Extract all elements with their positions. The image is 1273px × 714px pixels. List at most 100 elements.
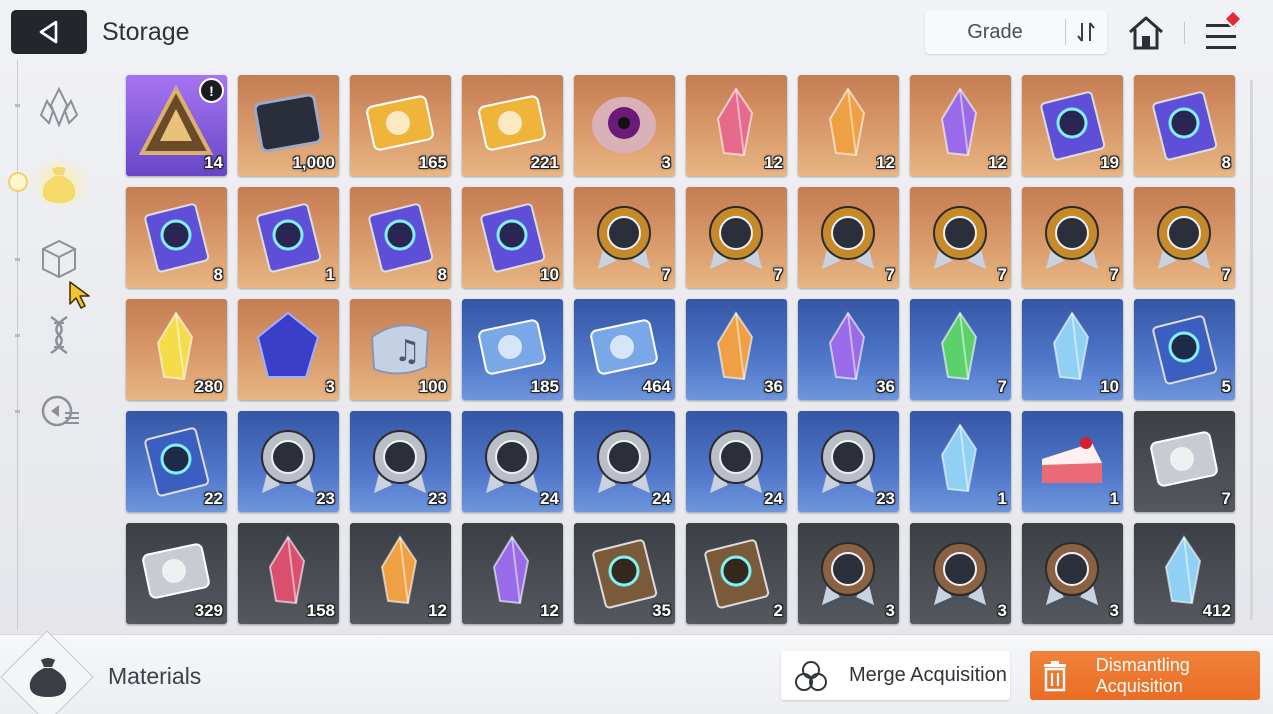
item-slot[interactable]: 23	[798, 411, 899, 512]
menu-button[interactable]	[1200, 9, 1246, 54]
sidebar-item-crystals[interactable]	[32, 80, 86, 134]
item-count: 3	[661, 153, 671, 172]
item-slot[interactable]: 12	[798, 75, 899, 176]
item-slot[interactable]: 36	[798, 299, 899, 400]
item-slot[interactable]: 280	[126, 299, 227, 400]
item-slot[interactable]: 36	[686, 299, 787, 400]
item-slot[interactable]: 3	[910, 523, 1011, 624]
music-scroll-icon: ♫	[370, 324, 430, 375]
dismantling-acquisition-button[interactable]: Dismantling Acquisition	[1030, 651, 1260, 700]
bronze-book-bolt-icon	[704, 539, 770, 609]
home-icon	[1129, 16, 1163, 50]
home-button[interactable]	[1124, 12, 1168, 54]
item-count: 22	[204, 489, 223, 508]
item-grid: ! 14 1,000 165 221 3 12 12 12 19 8 8 1 8 1…	[126, 75, 1235, 624]
item-slot[interactable]: 23	[350, 411, 451, 512]
item-slot[interactable]: ! 14	[126, 75, 227, 176]
item-count: 12	[988, 153, 1007, 172]
item-slot[interactable]: 158	[238, 523, 339, 624]
item-slot[interactable]: 12	[350, 523, 451, 624]
item-slot[interactable]: 329	[126, 523, 227, 624]
sidebar-item-materials[interactable]	[32, 156, 86, 210]
item-slot[interactable]: 12	[910, 75, 1011, 176]
item-count: 3	[885, 601, 895, 620]
item-slot[interactable]: 23	[238, 411, 339, 512]
sidebar-item-genes[interactable]	[32, 308, 86, 362]
blue-book-bolt-icon	[144, 427, 210, 497]
item-slot[interactable]: 8	[126, 187, 227, 288]
item-slot[interactable]: 1	[1022, 411, 1123, 512]
blue-cube-gem-icon	[256, 311, 320, 378]
item-slot[interactable]: 3	[574, 75, 675, 176]
item-slot[interactable]: 3	[798, 523, 899, 624]
item-slot[interactable]: 7	[1022, 187, 1123, 288]
item-count: 1	[325, 265, 335, 284]
item-count: 7	[1109, 265, 1119, 284]
silver-medal-orbit-icon	[821, 430, 875, 493]
item-slot[interactable]: 24	[686, 411, 787, 512]
sidebar-tick	[15, 258, 20, 261]
pouch-icon	[29, 658, 67, 697]
item-slot[interactable]: 35	[574, 523, 675, 624]
item-slot[interactable]: 7	[1134, 187, 1235, 288]
silver-medal-sword-icon	[261, 430, 315, 493]
bronze-medal-bolt-icon	[1045, 542, 1099, 605]
grade-sort-control[interactable]: Grade	[925, 10, 1107, 54]
book-bolt-icon	[368, 203, 434, 273]
item-count: 24	[652, 489, 671, 508]
category-label: Materials	[108, 663, 202, 689]
item-slot[interactable]: 7	[574, 187, 675, 288]
item-count: 5	[1221, 377, 1231, 396]
sidebar-item-modules[interactable]	[32, 232, 86, 286]
violet-crystal-icon	[940, 87, 978, 157]
item-slot[interactable]: 5	[1134, 299, 1235, 400]
item-slot[interactable]: 19	[1022, 75, 1123, 176]
item-slot[interactable]: 1,000	[238, 75, 339, 176]
item-slot[interactable]: 185	[462, 299, 563, 400]
item-slot[interactable]: 7	[1134, 411, 1235, 512]
item-slot[interactable]: 8	[1134, 75, 1235, 176]
gold-ticket-star-icon	[478, 95, 546, 151]
item-count: 158	[306, 601, 335, 620]
bronze-book-cross-icon	[592, 539, 658, 609]
sidebar-tick	[15, 104, 20, 107]
grid-scrollbar[interactable]	[1250, 80, 1253, 620]
item-slot[interactable]: 2	[686, 523, 787, 624]
item-slot[interactable]: 412	[1134, 523, 1235, 624]
item-slot[interactable]: 24	[574, 411, 675, 512]
gold-medal-sword-icon	[597, 206, 651, 269]
ice-shard-cluster-icon	[940, 423, 978, 493]
merge-icon	[795, 660, 827, 691]
item-slot[interactable]: 10	[462, 187, 563, 288]
gold-ticket-portrait-icon	[366, 95, 434, 151]
item-slot[interactable]: 3	[238, 299, 339, 400]
item-slot[interactable]: 1	[910, 411, 1011, 512]
item-count: 1	[997, 489, 1007, 508]
item-count: 3	[325, 377, 335, 396]
merge-acquisition-button[interactable]: Merge Acquisition	[781, 651, 1010, 700]
grade-filter-button[interactable]: Grade	[925, 21, 1065, 44]
item-slot[interactable]: 12	[686, 75, 787, 176]
item-slot[interactable]: 22	[126, 411, 227, 512]
item-slot[interactable]: 221	[462, 75, 563, 176]
back-button[interactable]	[11, 10, 87, 54]
item-slot[interactable]: 7	[910, 299, 1011, 400]
item-slot[interactable]: 464	[574, 299, 675, 400]
silver-medal-shield-icon	[373, 430, 427, 493]
gold-medal-target-icon	[821, 206, 875, 269]
item-count: 7	[773, 265, 783, 284]
item-count: 7	[1221, 489, 1231, 508]
item-slot[interactable]: 7	[910, 187, 1011, 288]
sort-order-button[interactable]	[1066, 20, 1106, 44]
item-slot[interactable]: 1	[238, 187, 339, 288]
item-slot[interactable]: ♫ 100	[350, 299, 451, 400]
item-slot[interactable]: 7	[798, 187, 899, 288]
item-slot[interactable]: 165	[350, 75, 451, 176]
item-slot[interactable]: 24	[462, 411, 563, 512]
item-slot[interactable]: 3	[1022, 523, 1123, 624]
item-slot[interactable]: 8	[350, 187, 451, 288]
item-slot[interactable]: 10	[1022, 299, 1123, 400]
item-slot[interactable]: 7	[686, 187, 787, 288]
item-slot[interactable]: 12	[462, 523, 563, 624]
sidebar-item-misc[interactable]	[32, 384, 86, 438]
